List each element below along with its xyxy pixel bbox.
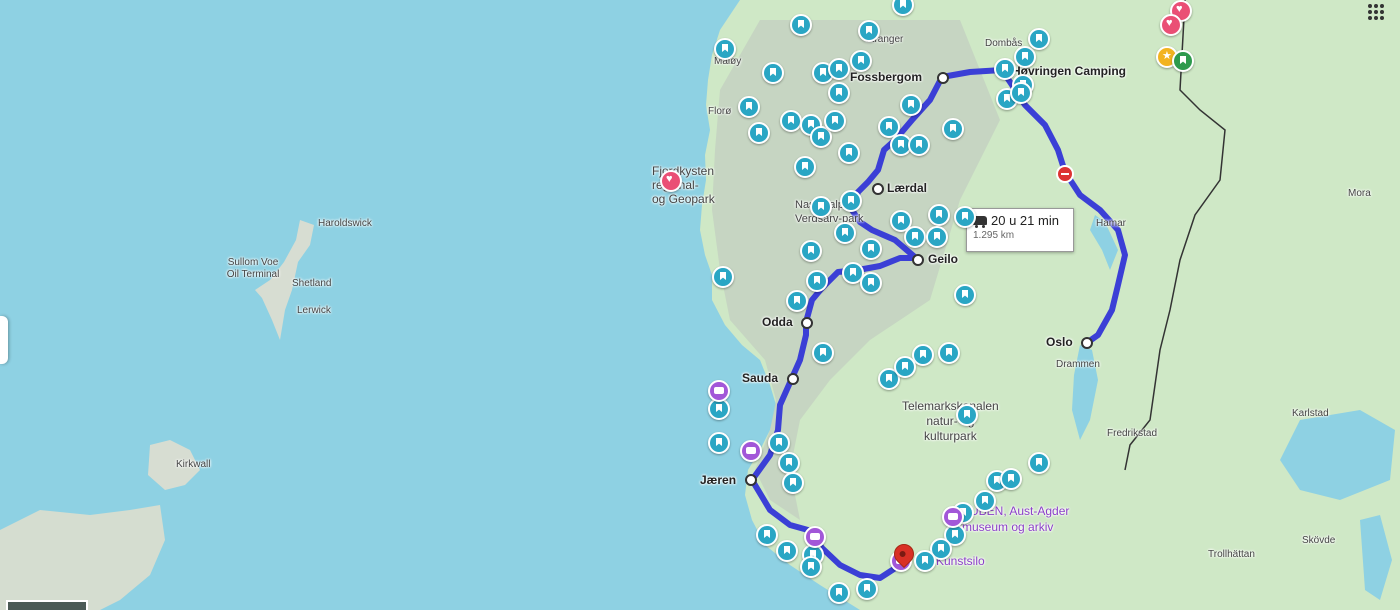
bookmark-icon[interactable]	[828, 82, 850, 104]
stop-odda[interactable]: Odda	[762, 315, 793, 329]
bookmark-icon[interactable]	[790, 14, 812, 36]
label-shetland: Shetland	[292, 278, 332, 289]
bookmark-icon[interactable]	[800, 240, 822, 262]
bookmark-icon[interactable]	[812, 342, 834, 364]
scotland-coast	[0, 505, 165, 610]
stop-oslo[interactable]: Oslo	[1046, 335, 1073, 349]
bookmark-icon[interactable]	[1010, 82, 1032, 104]
bookmark-icon[interactable]	[838, 142, 860, 164]
bookmark-icon[interactable]	[778, 452, 800, 474]
label-trollhattan: Trollhättan	[1208, 549, 1255, 560]
label-hamar: Hamar	[1096, 218, 1127, 229]
route-info-card[interactable]: 20 u 21 min 1.295 km	[966, 208, 1074, 252]
stop-dot[interactable]	[937, 72, 949, 84]
map-canvas[interactable]: 20 u 21 min 1.295 km Fossbergom Høvringe…	[0, 0, 1400, 610]
bookmark-icon[interactable]	[858, 20, 880, 42]
bookmark-icon[interactable]	[1028, 28, 1050, 50]
stop-dot[interactable]	[912, 254, 924, 266]
label-telemarkskanalen: Telemarkskanalen natur- og kulturpark	[902, 399, 999, 443]
label-fredrikstad: Fredrikstad	[1107, 428, 1158, 439]
stop-fossbergom[interactable]: Fossbergom	[850, 70, 922, 84]
label-dombas: Dombås	[985, 38, 1023, 49]
bookmark-icon[interactable]	[834, 222, 856, 244]
route-distance: 1.295 km	[973, 230, 1015, 241]
apps-grid-icon[interactable]	[1368, 4, 1384, 20]
label-mora: Mora	[1348, 188, 1371, 199]
stop-dot[interactable]	[787, 373, 799, 385]
label-karlstad: Karlstad	[1292, 408, 1329, 419]
stop-geilo[interactable]: Geilo	[928, 252, 958, 266]
bookmark-icon[interactable]	[860, 238, 882, 260]
bookmark-icon[interactable]	[928, 204, 950, 226]
stop-dot[interactable]	[1081, 337, 1093, 349]
bookmark-icon[interactable]	[956, 404, 978, 426]
bookmark-icon[interactable]	[714, 38, 736, 60]
side-panel-toggle[interactable]	[0, 316, 8, 364]
camera-icon[interactable]	[708, 380, 730, 402]
bookmark-icon[interactable]	[776, 540, 798, 562]
heart-icon[interactable]	[660, 170, 682, 192]
bookmark-icon[interactable]	[780, 110, 802, 132]
bookmark-icon[interactable]	[756, 524, 778, 546]
bookmark-icon[interactable]	[914, 550, 936, 572]
no-entry-icon[interactable]	[1056, 165, 1074, 183]
bookmark-icon[interactable]	[824, 110, 846, 132]
stop-jaeren[interactable]: Jæren	[700, 473, 736, 487]
bookmark-icon[interactable]	[994, 58, 1016, 80]
stop-dot[interactable]	[801, 317, 813, 329]
bookmark-icon[interactable]	[900, 94, 922, 116]
bookmark-icon[interactable]	[748, 122, 770, 144]
label-skovde: Skövde	[1302, 535, 1336, 546]
bookmark-icon[interactable]	[894, 356, 916, 378]
label-sullom-voe: Sullom Voe Oil Terminal	[226, 257, 280, 280]
route-duration: 20 u 21 min	[991, 213, 1059, 228]
bookmark-icon[interactable]	[768, 432, 790, 454]
map-marker-icon[interactable]	[1172, 50, 1194, 72]
camera-icon[interactable]	[804, 526, 826, 548]
label-drammen: Drammen	[1056, 359, 1100, 370]
bookmark-icon[interactable]	[786, 290, 808, 312]
stop-laerdal[interactable]: Lærdal	[887, 181, 927, 195]
bookmark-icon[interactable]	[782, 472, 804, 494]
bookmark-icon[interactable]	[938, 342, 960, 364]
stop-sauda[interactable]: Sauda	[742, 371, 778, 385]
bookmark-icon[interactable]	[860, 272, 882, 294]
bookmark-icon[interactable]	[954, 284, 976, 306]
label-kirkwall: Kirkwall	[176, 459, 211, 470]
map-base	[0, 0, 1400, 610]
bookmark-icon[interactable]	[926, 226, 948, 248]
bookmark-icon[interactable]	[840, 190, 862, 212]
bookmark-icon[interactable]	[828, 58, 850, 80]
bookmark-icon[interactable]	[850, 50, 872, 72]
bookmark-icon[interactable]	[800, 556, 822, 578]
heart-icon[interactable]	[1160, 14, 1182, 36]
bookmark-icon[interactable]	[712, 266, 734, 288]
bookmark-icon[interactable]	[762, 62, 784, 84]
bookmark-icon[interactable]	[1014, 46, 1036, 68]
bookmark-icon[interactable]	[810, 196, 832, 218]
bookmark-icon[interactable]	[1028, 452, 1050, 474]
stop-dot[interactable]	[872, 183, 884, 195]
label-floro: Florø	[708, 106, 732, 117]
bookmark-icon[interactable]	[738, 96, 760, 118]
stop-dot[interactable]	[745, 474, 757, 486]
bookmark-icon[interactable]	[904, 226, 926, 248]
bookmark-icon[interactable]	[1000, 468, 1022, 490]
bookmark-icon[interactable]	[794, 156, 816, 178]
bookmark-icon[interactable]	[828, 582, 850, 604]
bookmark-icon[interactable]	[708, 432, 730, 454]
bookmark-icon[interactable]	[806, 270, 828, 292]
camera-icon[interactable]	[740, 440, 762, 462]
camera-icon[interactable]	[942, 506, 964, 528]
label-haroldswick: Haroldswick	[318, 218, 372, 229]
bookmark-icon[interactable]	[974, 490, 996, 512]
bookmark-icon[interactable]	[856, 578, 878, 600]
bookmark-icon[interactable]	[954, 206, 976, 228]
bookmark-icon[interactable]	[908, 134, 930, 156]
bookmark-icon[interactable]	[942, 118, 964, 140]
layers-thumbnail[interactable]	[6, 600, 88, 610]
label-lerwick: Lerwick	[297, 305, 331, 316]
